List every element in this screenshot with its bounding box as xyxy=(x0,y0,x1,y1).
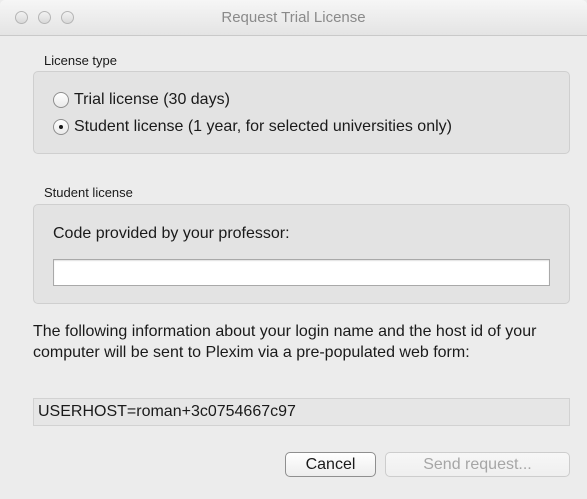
student-license-radio[interactable] xyxy=(53,119,69,135)
send-request-button[interactable]: Send request... xyxy=(385,452,570,477)
license-type-group-label: License type xyxy=(44,53,117,68)
userhost-field: USERHOST=roman+3c0754667c97 xyxy=(33,398,570,426)
trial-license-label: Trial license (30 days) xyxy=(74,91,230,108)
info-text: The following information about your log… xyxy=(33,323,537,361)
student-license-group-label: Student license xyxy=(44,185,133,200)
license-type-group xyxy=(33,71,570,154)
request-trial-license-dialog: Request Trial License License type Trial… xyxy=(0,0,587,499)
professor-code-label: Code provided by your professor: xyxy=(53,225,290,242)
professor-code-input[interactable] xyxy=(53,259,550,286)
student-license-option[interactable]: Student license (1 year, for selected un… xyxy=(53,118,452,136)
student-license-group xyxy=(33,204,570,304)
trial-license-radio[interactable] xyxy=(53,92,69,108)
cancel-button[interactable]: Cancel xyxy=(285,452,376,477)
trial-license-option[interactable]: Trial license (30 days) xyxy=(53,91,230,109)
window-title: Request Trial License xyxy=(221,9,366,26)
title-bar[interactable]: Request Trial License xyxy=(0,0,587,36)
student-license-label: Student license (1 year, for selected un… xyxy=(74,118,452,135)
